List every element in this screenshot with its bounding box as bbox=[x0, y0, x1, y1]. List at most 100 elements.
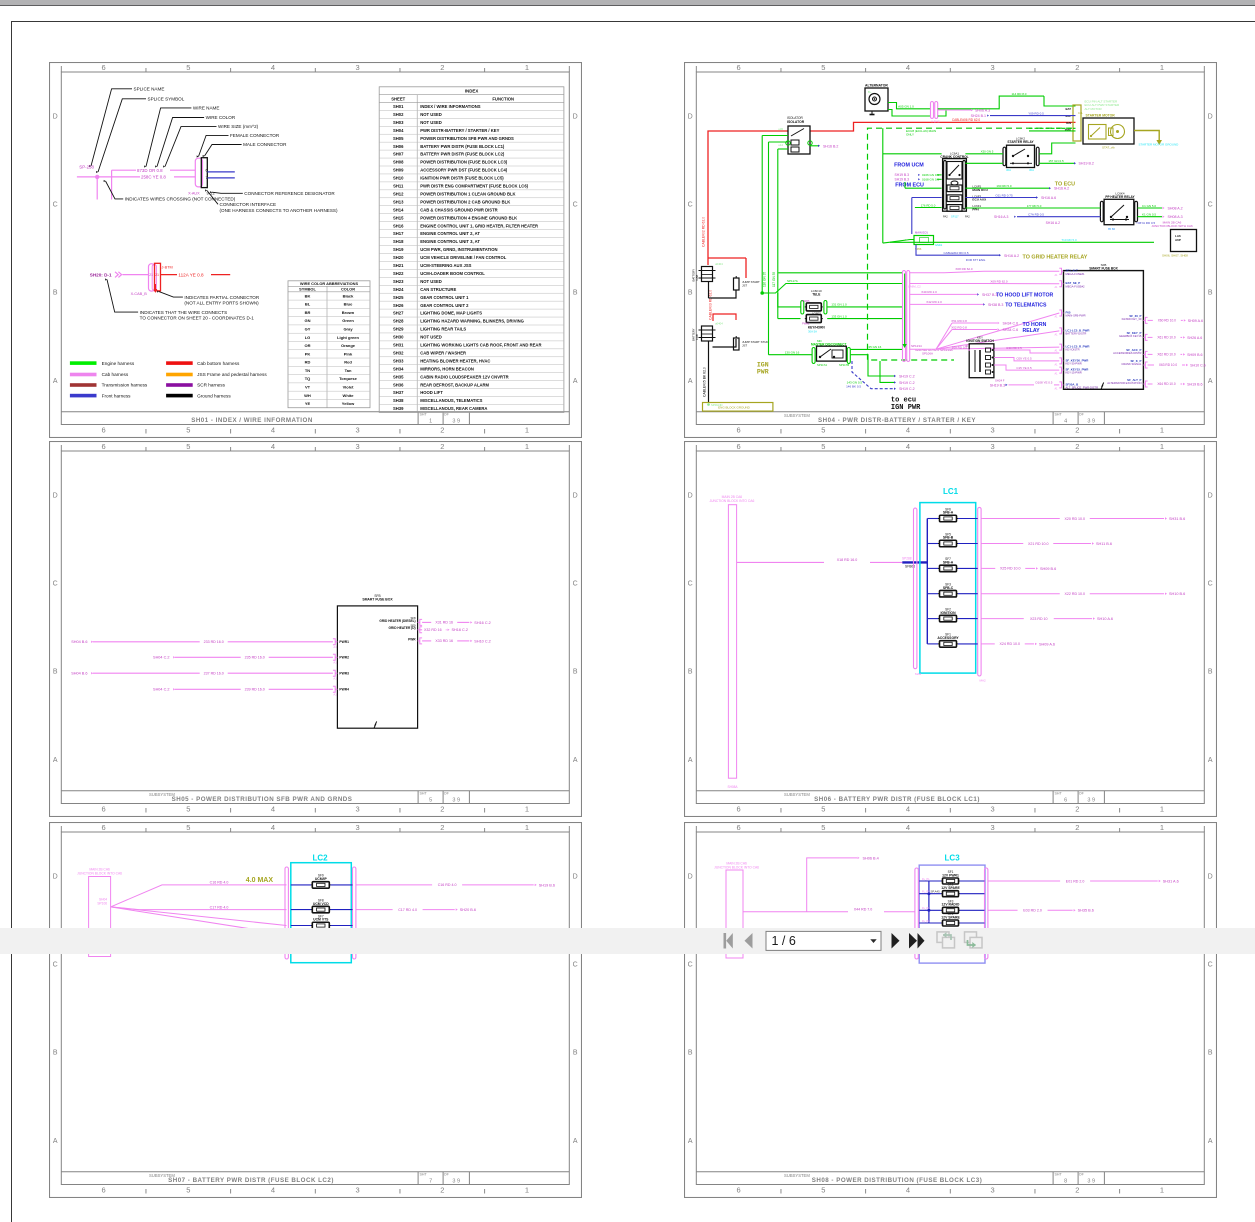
svg-text:1: 1 bbox=[1159, 804, 1163, 813]
svg-text:4: 4 bbox=[271, 442, 275, 451]
svg-text:SH19 B.3: SH19 B.3 bbox=[894, 173, 909, 177]
svg-text:A: A bbox=[687, 1137, 692, 1144]
svg-text:4: 4 bbox=[905, 442, 909, 451]
svg-text:6: 6 bbox=[736, 63, 740, 72]
svg-text:SH15: SH15 bbox=[393, 215, 404, 220]
svg-text:6: 6 bbox=[102, 823, 106, 832]
svg-text:6: 6 bbox=[736, 1185, 740, 1194]
svg-text:TQ: TQ bbox=[305, 376, 311, 381]
svg-text:B: B bbox=[1207, 289, 1212, 296]
svg-text:B: B bbox=[53, 1049, 58, 1056]
svg-text:INDICATES THAT THE WIRE CONNEC: INDICATES THAT THE WIRE CONNECTS bbox=[140, 309, 228, 314]
svg-text:5: 5 bbox=[186, 823, 190, 832]
svg-text:3: 3 bbox=[356, 804, 360, 813]
svg-text:E03 RD 2.0: E03 RD 2.0 bbox=[1023, 908, 1042, 912]
svg-text:O11 RD 0.75: O11 RD 0.75 bbox=[995, 193, 1013, 197]
svg-text:A: A bbox=[53, 756, 58, 763]
svg-text:B: B bbox=[53, 668, 58, 675]
svg-text:Blue: Blue bbox=[344, 301, 353, 306]
svg-text:A1: A1 bbox=[1054, 333, 1058, 336]
svg-text:POWER DISTRIBUTION SFB PWR AND: POWER DISTRIBUTION SFB PWR AND GRNDS bbox=[420, 135, 514, 140]
svg-text:130 GN 16: 130 GN 16 bbox=[784, 350, 799, 354]
svg-text:POWER DISTRIBUTION (FUSE BLOCK: POWER DISTRIBUTION (FUSE BLOCK LC3) bbox=[420, 159, 508, 164]
svg-text:SP117A: SP117A bbox=[817, 362, 827, 366]
svg-text:OF: OF bbox=[1078, 412, 1084, 416]
svg-text:12V SPARE: 12V SPARE bbox=[941, 915, 960, 919]
svg-text:5: 5 bbox=[429, 797, 432, 803]
svg-text:4: 4 bbox=[271, 804, 275, 813]
svg-text:ALT MOTOR: ALT MOTOR bbox=[1084, 106, 1102, 110]
svg-text:Gray: Gray bbox=[343, 326, 353, 331]
svg-text:C16 RD 4.0: C16 RD 4.0 bbox=[438, 883, 457, 887]
svg-text:SHEET: SHEET bbox=[391, 96, 405, 101]
svg-text:SH20: D-1: SH20: D-1 bbox=[90, 272, 112, 277]
svg-text:ENGINE CONTROL UNIT 3, AT: ENGINE CONTROL UNIT 3, AT bbox=[420, 239, 480, 244]
svg-text:POWER DISTRIBUTION 2 CAB GROUN: POWER DISTRIBUTION 2 CAB GROUND BLK bbox=[420, 199, 510, 204]
svg-text:4: 4 bbox=[905, 804, 909, 813]
svg-text:WIRE COLOR: WIRE COLOR bbox=[206, 115, 236, 120]
svg-text:SMART FUSE BOX: SMART FUSE BOX bbox=[362, 597, 393, 601]
svg-text:176 RD 5.0: 176 RD 5.0 bbox=[920, 203, 935, 207]
svg-text:SH10 C.2: SH10 C.2 bbox=[474, 639, 490, 643]
svg-text:SPLICE SYMBOL: SPLICE SYMBOL bbox=[148, 96, 185, 101]
svg-text:X21 RD 10.0: X21 RD 10.0 bbox=[1027, 541, 1048, 545]
svg-text:5: 5 bbox=[186, 425, 190, 434]
svg-text:7: 7 bbox=[206, 176, 208, 180]
svg-text:6: 6 bbox=[1064, 797, 1067, 803]
svg-text:A: A bbox=[1207, 377, 1212, 384]
svg-text:2: 2 bbox=[1075, 823, 1079, 832]
svg-text:2: 2 bbox=[440, 1185, 444, 1194]
svg-text:X-AUX: X-AUX bbox=[188, 191, 200, 195]
svg-text:MEGA-FUSE#1: MEGA-FUSE#1 bbox=[1065, 271, 1084, 275]
svg-text:BATTERY: BATTERY bbox=[691, 328, 695, 341]
svg-text:SUBSYSTEM: SUBSYSTEM bbox=[784, 1173, 810, 1178]
svg-text:GND1: GND1 bbox=[935, 243, 943, 247]
svg-text:CONNECTOR REFERENCE DESIGNATOR: CONNECTOR REFERENCE DESIGNATOR bbox=[244, 191, 335, 196]
svg-text:Violet: Violet bbox=[343, 384, 354, 389]
svg-text:3: 3 bbox=[990, 804, 994, 813]
svg-text:SHT: SHT bbox=[420, 412, 428, 416]
svg-text:2: 2 bbox=[440, 425, 444, 434]
svg-text:RELAY: RELAY bbox=[1022, 327, 1040, 333]
svg-text:3 9: 3 9 bbox=[1087, 418, 1095, 424]
svg-text:12V SPARE: 12V SPARE bbox=[941, 886, 960, 890]
svg-text:SH19: SH19 bbox=[393, 247, 404, 252]
svg-text:D: D bbox=[573, 492, 578, 499]
svg-text:ENG BLOCK GROUND: ENG BLOCK GROUND bbox=[718, 405, 751, 409]
svg-text:SH16 C.2: SH16 C.2 bbox=[474, 620, 490, 624]
svg-text:SH05: SH05 bbox=[393, 135, 404, 140]
svg-text:Light green: Light green bbox=[337, 334, 359, 339]
svg-text:SH21: SH21 bbox=[393, 263, 404, 268]
svg-text:GEAR CONTROL UNIT 2: GEAR CONTROL UNIT 2 bbox=[420, 302, 469, 307]
svg-text:TELE: TELE bbox=[812, 292, 820, 296]
svg-text:SH07: SH07 bbox=[393, 151, 404, 156]
svg-text:SFB-A: SFB-A bbox=[942, 560, 953, 564]
svg-text:JUNCTION BLOCK INTO CA6: JUNCTION BLOCK INTO CA6 bbox=[714, 865, 759, 869]
svg-text:WH: WH bbox=[304, 392, 311, 397]
svg-text:STARTER MOTOR: STARTER MOTOR bbox=[1085, 113, 1115, 117]
svg-text:5: 5 bbox=[821, 442, 825, 451]
svg-text:C: C bbox=[1207, 961, 1212, 968]
svg-text:VT: VT bbox=[305, 384, 311, 389]
svg-text:C: C bbox=[687, 580, 692, 587]
svg-text:UCM PWR, GRND, INSTRUMENTATION: UCM PWR, GRND, INSTRUMENTATION bbox=[420, 247, 497, 252]
svg-text:SFB-A: SFB-A bbox=[942, 510, 953, 514]
svg-text:1: 1 bbox=[1159, 1185, 1163, 1194]
svg-text:SH09 A.6: SH09 A.6 bbox=[1187, 318, 1202, 322]
svg-text:C17 RD 4.0: C17 RD 4.0 bbox=[398, 907, 417, 911]
svg-text:1: 1 bbox=[429, 418, 432, 424]
svg-text:A1: A1 bbox=[333, 692, 337, 696]
svg-text:White: White bbox=[343, 392, 355, 397]
svg-text:A: A bbox=[573, 1137, 578, 1144]
svg-text:UCM VCD: UCM VCD bbox=[313, 901, 329, 905]
svg-text:SH34: SH34 bbox=[393, 366, 404, 371]
svg-text:12V RADIO: 12V RADIO bbox=[941, 902, 959, 906]
svg-text:ONLY: ONLY bbox=[906, 132, 914, 136]
svg-text:C15 YE 0.5: C15 YE 0.5 bbox=[1016, 365, 1032, 369]
svg-text:YE: YE bbox=[305, 401, 311, 406]
svg-text:HOOD LIFT: HOOD LIFT bbox=[420, 390, 443, 395]
svg-text:SH24: SH24 bbox=[393, 286, 404, 291]
svg-text:MISCELLANOUS, TELEMATICS: MISCELLANOUS, TELEMATICS bbox=[420, 398, 482, 403]
svg-text:SH18: SH18 bbox=[393, 239, 404, 244]
svg-text:X-ENG: X-ENG bbox=[931, 119, 940, 123]
